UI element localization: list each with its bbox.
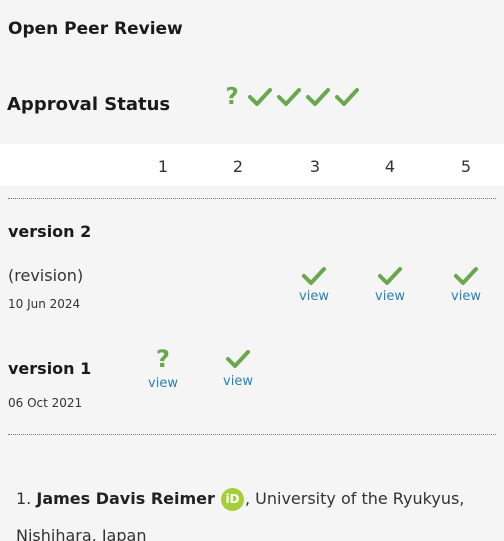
orcid-icon[interactable]: iD [220,488,244,511]
version-2-label: version 2 [8,222,92,241]
column-header-5: 5 [460,157,472,176]
divider [8,434,496,435]
check-icon [226,350,250,368]
divider [8,198,496,199]
column-header-1: 1 [157,157,169,176]
view-link[interactable]: view [360,289,420,304]
check-icon [378,267,402,285]
reviewer-index: 1. [16,489,32,508]
question-icon: ? [225,84,239,110]
view-link[interactable]: view [284,289,344,304]
review-cell-v2-3: view [284,267,344,304]
review-cell-v2-5: view [436,267,496,304]
check-icon [454,267,478,285]
approval-status-icons: ? [221,84,359,110]
approval-status-label: Approval Status [7,94,171,115]
column-header-panel [0,144,504,186]
view-link[interactable]: view [208,374,268,389]
check-icon [248,88,272,106]
check-icon [302,267,326,285]
view-link[interactable]: view [436,289,496,304]
check-icon [277,88,301,106]
page-title: Open Peer Review [8,19,183,39]
version-2-date: 10 Jun 2024 [8,297,81,311]
review-cell-v2-4: view [360,267,420,304]
column-header-2: 2 [232,157,244,176]
version-2-revision-label: (revision) [8,266,84,285]
column-header-3: 3 [309,157,321,176]
reviewer-name[interactable]: James Davis Reimer [36,489,215,508]
version-1-date: 06 Oct 2021 [8,396,83,410]
version-1-label: version 1 [8,359,92,378]
review-cell-v1-2: view [208,350,268,389]
reviewer-entry: 1. James Davis Reimer iD, University of … [16,480,496,541]
view-link[interactable]: view [133,376,193,391]
check-icon [306,88,330,106]
column-header-4: 4 [384,157,396,176]
check-icon [335,88,359,106]
question-icon: ? [156,345,170,373]
review-cell-v1-1: ? view [133,347,193,391]
